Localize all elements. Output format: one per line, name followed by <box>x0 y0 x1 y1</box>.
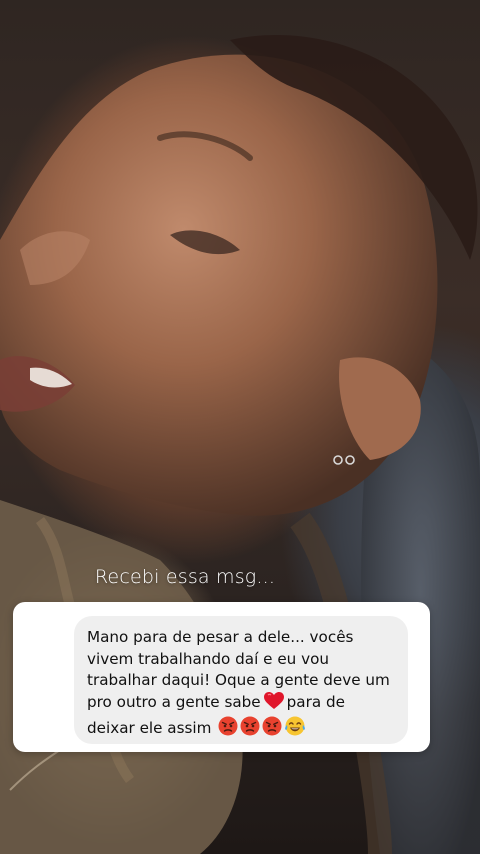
message-bubble: Mano para de pesar a dele... vocês vivem… <box>74 616 408 744</box>
message-text: Mano para de pesar a dele... vocês vivem… <box>87 627 396 743</box>
angry-face-icon <box>262 716 282 743</box>
message-screenshot-card: Mano para de pesar a dele... vocês vivem… <box>13 602 430 752</box>
angry-face-icon <box>240 716 260 743</box>
story-caption: Recebi essa msg... <box>94 566 276 588</box>
tears-of-joy-icon <box>284 716 306 743</box>
red-heart-icon <box>263 691 284 717</box>
story-frame: Recebi essa msg... Mano para de pesar a … <box>0 0 480 854</box>
angry-face-icon <box>218 716 238 743</box>
